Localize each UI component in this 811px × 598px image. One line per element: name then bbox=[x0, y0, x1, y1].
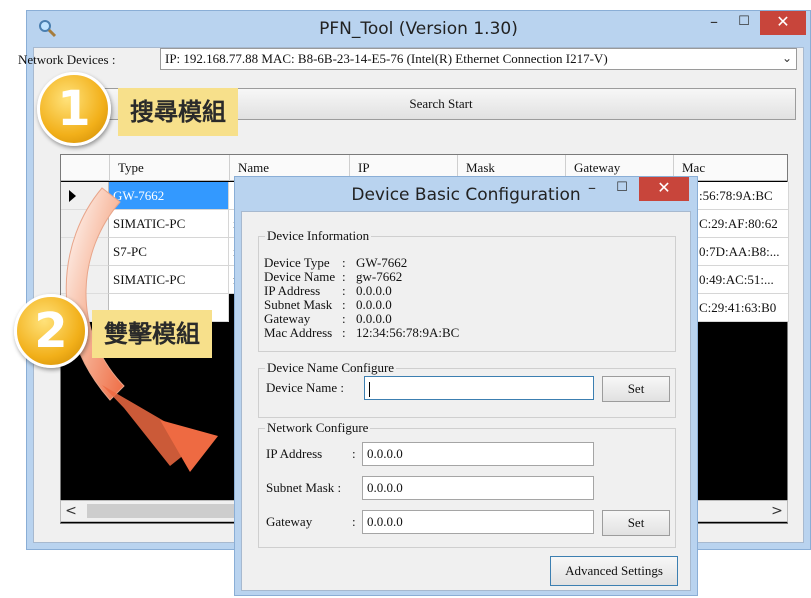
info-gateway: Gateway:0.0.0.0 bbox=[264, 311, 392, 326]
cell-mac[interactable]: C:29:41:63:B0 bbox=[697, 294, 789, 322]
step2-callout: 雙擊模組 bbox=[92, 310, 212, 358]
set-name-button[interactable]: Set bbox=[602, 376, 670, 402]
title-bar[interactable]: PFN_Tool (Version 1.30) – ☐ ✕ bbox=[27, 11, 810, 47]
step1-callout: 搜尋模組 bbox=[118, 88, 238, 136]
device-name-input[interactable] bbox=[364, 376, 594, 400]
subnet-mask-label: Subnet Mask : bbox=[266, 480, 342, 495]
gateway-colon: : bbox=[352, 514, 356, 529]
gateway-input[interactable]: 0.0.0.0 bbox=[362, 510, 594, 534]
maximize-button[interactable]: ☐ bbox=[730, 11, 758, 35]
dialog-close-button[interactable]: ✕ bbox=[639, 177, 689, 201]
window-title: PFN_Tool (Version 1.30) bbox=[319, 19, 518, 39]
ip-address-input[interactable]: 0.0.0.0 bbox=[362, 442, 594, 466]
chevron-down-icon[interactable]: ⌄ bbox=[782, 51, 792, 66]
cell-mac[interactable]: :56:78:9A:BC bbox=[697, 182, 789, 210]
name-config-label: Device Name Configure bbox=[265, 360, 397, 376]
network-config-label: Network Configure bbox=[265, 420, 371, 436]
device-info-label: Device Information bbox=[265, 228, 372, 244]
network-devices-value: IP: 192.168.77.88 MAC: B8-6B-23-14-E5-76… bbox=[165, 51, 608, 66]
info-device-type: Device Type: GW-7662 bbox=[264, 255, 408, 270]
device-name-label: Device Name : bbox=[266, 380, 344, 395]
dialog-client-area: Device Information Device Type: GW-7662 D… bbox=[241, 211, 691, 591]
advanced-settings-button[interactable]: Advanced Settings bbox=[550, 556, 678, 586]
scroll-right-icon[interactable]: > bbox=[767, 501, 787, 521]
info-ip-address: IP Address:0.0.0.0 bbox=[264, 283, 392, 298]
network-devices-label: Network Devices : bbox=[18, 52, 116, 67]
ip-colon: : bbox=[352, 446, 356, 461]
info-device-name: Device Name: gw-7662 bbox=[264, 269, 403, 284]
step1-badge: 1 bbox=[37, 72, 111, 146]
gateway-label: Gateway bbox=[266, 514, 313, 529]
step2-badge: 2 bbox=[14, 294, 88, 368]
info-mac-address: Mac Address:12:34:56:78:9A:BC bbox=[264, 325, 460, 340]
dialog-minimize-button[interactable]: – bbox=[579, 177, 605, 201]
minimize-button[interactable]: – bbox=[700, 11, 728, 35]
device-config-dialog: Device Basic Configuration – ☐ ✕ Device … bbox=[234, 176, 698, 596]
text-caret bbox=[369, 381, 370, 397]
close-button[interactable]: ✕ bbox=[760, 11, 806, 35]
scroll-left-icon[interactable]: < bbox=[61, 501, 81, 521]
ip-address-label: IP Address bbox=[266, 446, 323, 461]
dialog-maximize-button[interactable]: ☐ bbox=[609, 177, 635, 201]
set-network-button[interactable]: Set bbox=[602, 510, 670, 536]
cell-mac[interactable]: 0:7D:AA:B8:... bbox=[697, 238, 789, 266]
cell-mac[interactable]: C:29:AF:80:62 bbox=[697, 210, 789, 238]
info-subnet-mask: Subnet Mask:0.0.0.0 bbox=[264, 297, 392, 312]
column-header-type[interactable]: Type bbox=[109, 155, 229, 181]
cell-mac[interactable]: 0:49:AC:51:... bbox=[697, 266, 789, 294]
subnet-mask-input[interactable]: 0.0.0.0 bbox=[362, 476, 594, 500]
network-devices-select[interactable]: IP: 192.168.77.88 MAC: B8-6B-23-14-E5-76… bbox=[160, 48, 797, 70]
